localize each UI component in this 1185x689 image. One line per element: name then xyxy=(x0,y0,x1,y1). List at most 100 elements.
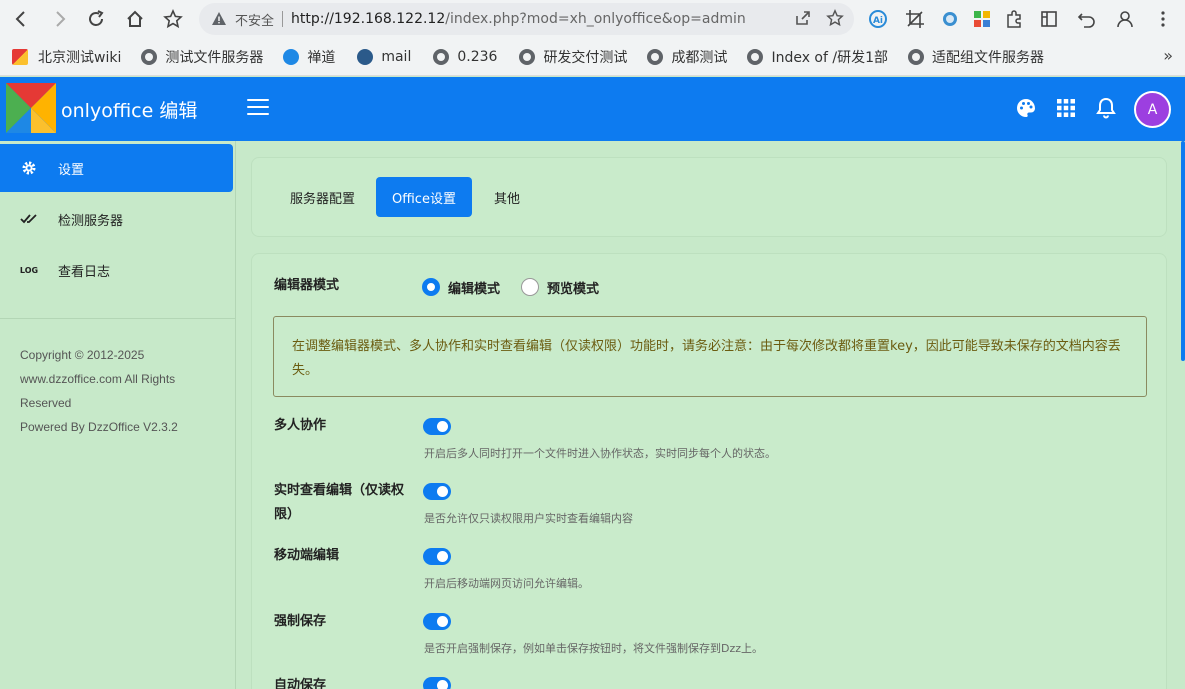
sidebar: 设置 检测服务器 LOG 查看日志 Copyright © 2012-2025 … xyxy=(0,141,236,689)
globe-icon xyxy=(433,48,450,65)
url-path: /index.php?mod=xh_onlyoffice&op=admin xyxy=(445,11,746,27)
hamburger-menu-icon[interactable] xyxy=(247,99,269,117)
warning-icon xyxy=(212,12,226,25)
bookmark-label: mail xyxy=(381,48,412,65)
force-save-toggle[interactable] xyxy=(423,613,451,630)
bookmark-item[interactable]: Index of /研发1部 xyxy=(747,47,888,67)
mail-icon xyxy=(357,48,374,65)
share-icon[interactable] xyxy=(794,9,812,27)
tab-office-settings[interactable]: Office设置 xyxy=(376,177,472,217)
ai-assistant-icon: Ai xyxy=(869,10,887,28)
menu-button[interactable] xyxy=(1148,4,1178,34)
palette-icon[interactable] xyxy=(1015,97,1037,119)
globe-icon xyxy=(908,48,924,65)
settings-form: 编辑器模式 编辑模式 预览模式 在调整编辑器模式、多人协作和实时查看编辑（仅读权… xyxy=(251,253,1167,689)
qr-grid-icon xyxy=(974,11,990,27)
copyright-line: Copyright © 2012-2025 www.dzzoffice.com … xyxy=(20,348,176,410)
color-picker-icon xyxy=(943,12,957,26)
side-panel-icon xyxy=(1041,11,1057,27)
side-panel-button[interactable] xyxy=(1034,4,1064,34)
bookmark-label: 成都测试 xyxy=(671,49,728,66)
setting-label: 自动保存 xyxy=(274,678,327,689)
apps-grid-icon[interactable] xyxy=(1055,97,1077,119)
page-scrollbar[interactable] xyxy=(1181,141,1185,361)
log-icon: LOG xyxy=(19,265,39,275)
tab-other[interactable]: 其他 xyxy=(478,177,536,217)
sidebar-item-settings[interactable]: 设置 xyxy=(0,144,233,192)
globe-icon xyxy=(141,48,158,65)
back-button[interactable] xyxy=(6,4,36,34)
bookmark-page-icon[interactable] xyxy=(826,9,844,27)
zentao-icon xyxy=(283,48,300,65)
home-button[interactable] xyxy=(120,4,150,34)
reload-icon xyxy=(89,10,104,26)
globe-icon xyxy=(519,48,536,65)
profile-button[interactable] xyxy=(1110,4,1140,34)
app-header: onlyoffice 编辑 A xyxy=(0,77,1185,141)
sidebar-item-logs[interactable]: LOG 查看日志 xyxy=(0,246,233,294)
bookmark-item[interactable]: 测试文件服务器 xyxy=(141,47,263,67)
sidebar-item-label: 检测服务器 xyxy=(58,213,124,229)
onlyoffice-logo-icon xyxy=(6,83,56,133)
bookmark-item[interactable]: mail xyxy=(357,48,412,65)
bookmark-item[interactable]: 禅道 xyxy=(283,47,335,67)
ai-extension-button[interactable]: Ai xyxy=(863,4,893,34)
editor-mode-edit-radio[interactable] xyxy=(422,278,440,296)
bookmarks-overflow-button[interactable]: » xyxy=(1163,46,1173,65)
realtime-view-toggle[interactable] xyxy=(423,483,451,500)
bookmark-item[interactable]: 成都测试 xyxy=(647,47,727,67)
sidebar-item-label: 设置 xyxy=(58,162,85,178)
bookmark-item[interactable]: 研发交付测试 xyxy=(519,47,627,67)
sidebar-item-check-server[interactable]: 检测服务器 xyxy=(0,195,233,243)
bookmark-star-button[interactable] xyxy=(158,4,188,34)
globe-icon xyxy=(647,48,664,65)
setting-help: 是否开启强制保存，例如单击保存按钮时，将文件强制保存到Dzz上。 xyxy=(424,642,764,655)
bookmark-label: 测试文件服务器 xyxy=(165,49,264,66)
address-separator xyxy=(282,11,284,27)
bookmark-label: 研发交付测试 xyxy=(543,49,628,66)
url-host: http://192.168.122.12 xyxy=(291,11,446,27)
bell-icon[interactable] xyxy=(1095,97,1117,119)
extensions-button[interactable] xyxy=(999,4,1029,34)
setting-label: 强制保存 xyxy=(274,614,327,629)
user-avatar[interactable]: A xyxy=(1134,91,1171,128)
editor-mode-preview-radio[interactable] xyxy=(521,278,539,296)
crop-icon xyxy=(906,10,924,28)
forward-arrow-icon xyxy=(56,11,66,27)
auto-save-toggle[interactable] xyxy=(423,677,451,689)
reload-button[interactable] xyxy=(81,4,111,34)
editor-mode-preview-label[interactable]: 预览模式 xyxy=(547,278,599,297)
grid-extension-button[interactable] xyxy=(967,4,997,34)
bookmark-item[interactable]: 0.236 xyxy=(433,48,497,65)
home-icon xyxy=(127,10,143,27)
bookmark-item[interactable]: 北京测试wiki xyxy=(12,47,121,67)
bookmark-label: 北京测试wiki xyxy=(38,49,122,66)
back-arrow-icon xyxy=(15,11,25,27)
bookmark-label: 适配组文件服务器 xyxy=(932,49,1044,66)
collaboration-toggle[interactable] xyxy=(423,418,451,435)
tabs-card: 服务器配置 Office设置 其他 xyxy=(251,157,1167,237)
puzzle-icon xyxy=(1007,10,1021,28)
address-bar[interactable]: 不安全 http://192.168.122.12/index.php?mod=… xyxy=(199,3,854,35)
editor-mode-label: 编辑器模式 xyxy=(274,278,340,293)
setting-label: 多人协作 xyxy=(274,418,327,433)
address-bar-icons xyxy=(794,9,844,27)
sidebar-divider xyxy=(0,318,236,319)
setting-help: 开启后移动端网页访问允许编辑。 xyxy=(424,577,589,590)
tab-server-config[interactable]: 服务器配置 xyxy=(274,177,371,217)
bookmark-label: 禅道 xyxy=(307,49,336,66)
history-button[interactable] xyxy=(1072,4,1102,34)
undo-icon xyxy=(1077,13,1095,28)
bookmark-item[interactable]: 适配组文件服务器 xyxy=(908,47,1044,67)
setting-label: 移动端编辑 xyxy=(274,548,340,563)
gear-icon xyxy=(20,159,38,177)
forward-button[interactable] xyxy=(45,4,75,34)
circle-extension-button[interactable] xyxy=(935,4,965,34)
svg-text:Ai: Ai xyxy=(873,16,883,26)
editor-mode-edit-label[interactable]: 编辑模式 xyxy=(448,278,500,297)
setting-label: 实时查看编辑（仅读权限） xyxy=(274,483,405,522)
bookmark-label: Index of /研发1部 xyxy=(771,49,888,66)
double-check-icon xyxy=(20,210,38,228)
mobile-edit-toggle[interactable] xyxy=(423,548,451,565)
crop-extension-button[interactable] xyxy=(900,4,930,34)
